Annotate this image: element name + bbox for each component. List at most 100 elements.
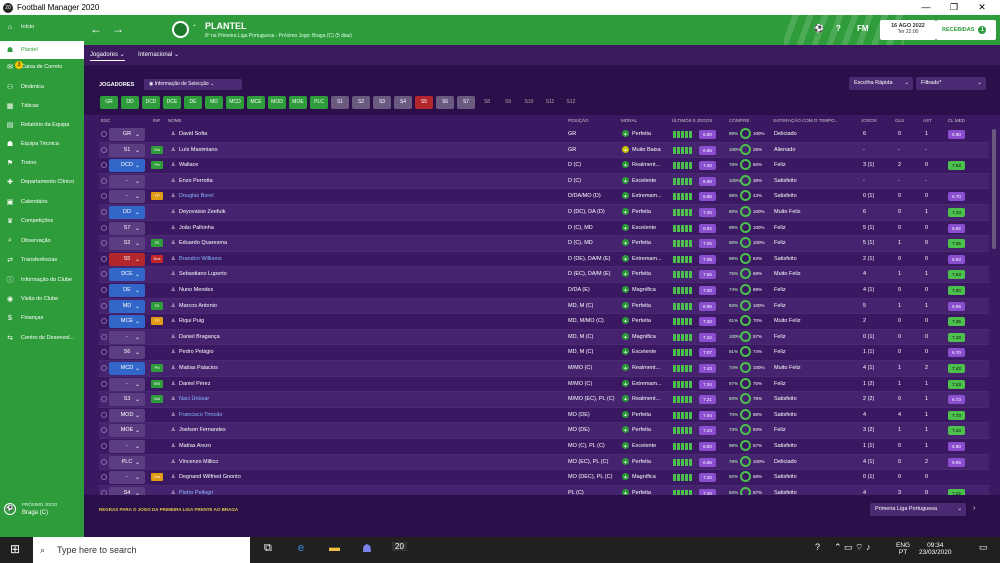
sidebar-item-3[interactable]: ⚇ Dinâmica (0, 78, 84, 96)
filter-s9[interactable]: S9 (499, 96, 517, 109)
table-row[interactable]: MCE ⌄ TP ♙ Riqui Puig MD, M/MO (C) ▲ Perfeita 7.… (99, 314, 989, 330)
chevron-down-icon[interactable]: ⌄ (135, 225, 140, 232)
select-checkbox[interactable] (101, 333, 107, 340)
table-row[interactable]: - ⌄ Les ♙ Degnand Wilfried Gnonto MO (DEC), P… (99, 470, 989, 486)
sidebar-item-10[interactable]: ♛ Competições (0, 212, 84, 230)
select-checkbox[interactable] (101, 458, 107, 465)
table-row[interactable]: MCD ⌄ Pd ♙ Matías Palacios M/MO (C) ▲ Realment.… (99, 361, 989, 377)
file-explorer-icon[interactable]: ▬ (329, 542, 340, 554)
player-name[interactable]: Naci Ünüvar (179, 396, 209, 402)
select-checkbox[interactable] (101, 365, 107, 371)
filter-s1[interactable]: S1 (331, 96, 349, 109)
col-gls[interactable]: GLS (895, 118, 904, 123)
edge-icon[interactable]: e (298, 542, 304, 554)
table-row[interactable]: MD ⌄ Rl ♙ Marcos Antonio MD, M (C) ▲ Perfeita 6.… (99, 298, 989, 315)
filter-s5[interactable]: S5 (415, 96, 433, 109)
next-match-widget[interactable]: ⚽ PRÓXIMO JOGO Braga (C) (4, 500, 82, 532)
table-row[interactable]: MOD ⌄ ♙ Francisco Trincão MO (DE) ▲ Perfeita 7.… (99, 408, 989, 424)
table-row[interactable]: S3 ⌄ Dsi ♙ Naci Ünüvar M/MO (EC), PL (C) ▲ Real… (99, 392, 989, 408)
col-posicao[interactable]: POSIÇÃO (568, 118, 589, 123)
table-row[interactable]: - ⌄ ♙ Enzo Perrotta D (C) ▲ Excelente 6.86 100% 3… (99, 173, 989, 190)
filter-dcd[interactable]: DCD (142, 96, 160, 109)
club-crest-icon[interactable] (172, 21, 189, 38)
table-row[interactable]: GR ⌄ ♙ David Sofia GR ▲ Perfeita 6.90 99% 100% Del… (99, 127, 989, 143)
chevron-down-icon[interactable]: ⌄ (135, 209, 140, 216)
filter-s3[interactable]: S3 (373, 96, 391, 109)
fm-menu-button[interactable]: FM (857, 24, 869, 33)
player-name[interactable]: Riqui Puig (179, 318, 204, 324)
filter-s6[interactable]: S6 (436, 96, 454, 109)
player-name[interactable]: Daniel Bragança (179, 334, 220, 340)
chevron-down-icon[interactable]: ⌄ (135, 240, 140, 247)
player-name[interactable]: Pedro Pelágio (179, 349, 214, 355)
chevron-down-icon[interactable]: ⌄ (135, 459, 140, 466)
chevron-down-icon[interactable]: ⌄ (135, 334, 140, 341)
col-clmed[interactable]: CL MED (948, 118, 965, 123)
filter-de[interactable]: DE (184, 96, 202, 109)
col-nome[interactable]: NOME (168, 118, 182, 123)
player-name[interactable]: Degnand Wilfried Gnonto (179, 474, 241, 480)
table-row[interactable]: MOE ⌄ ♙ Joelson Fernandes MO (DE) ▲ Perfeita 7.… (99, 423, 989, 439)
filter-s7[interactable]: S7 (457, 96, 475, 109)
select-checkbox[interactable] (101, 287, 107, 293)
player-name[interactable]: Brandon Williams (179, 256, 222, 262)
select-checkbox[interactable] (101, 209, 107, 215)
help-icon[interactable]: ? (836, 24, 841, 33)
select-checkbox[interactable] (101, 411, 107, 418)
col-jogos[interactable]: JOGOS (861, 118, 877, 123)
player-name[interactable]: Vincenzo Millico (179, 459, 218, 465)
sidebar-item-4[interactable]: ▦ Táticas (0, 97, 84, 115)
select-checkbox[interactable] (101, 427, 107, 434)
filter-s10[interactable]: S10 (520, 96, 538, 109)
chevron-down-icon[interactable]: ⌄ (135, 271, 140, 278)
player-name[interactable]: Nuno Mendes (179, 287, 213, 293)
filter-mod[interactable]: MOD (268, 96, 286, 109)
select-checkbox[interactable] (101, 131, 107, 137)
maximize-button[interactable]: ❐ (940, 0, 968, 15)
match-rules-link[interactable]: REGRAS PARA O JOGO DA PRIMEIRA LIGA FREN… (99, 507, 238, 512)
selection-info-dropdown[interactable]: ◉ Informação de Selecção ⌄ (144, 79, 242, 90)
inbox-button[interactable]: RECEBIDAS 1 (936, 20, 996, 40)
table-row[interactable]: DCD ⌄ Pd ♙ Wallace D (C) ▲ Realment... 7.40 78% 60… (99, 158, 989, 174)
select-checkbox[interactable] (101, 271, 107, 278)
player-name[interactable]: João Palhinha (179, 225, 214, 231)
task-view-icon[interactable]: ⧉ (264, 542, 272, 555)
table-row[interactable]: S2 ⌄ Rl ♙ Eduardo Quaresma D (C), MD ▲ Perfeita… (99, 236, 989, 252)
tab-jogadores[interactable]: Jogadores ⌄ (90, 51, 125, 61)
col-cond[interactable]: CON/PRE (729, 118, 750, 123)
sidebar-item-8[interactable]: ✚ Departamento Clínico (0, 173, 84, 191)
col-esc[interactable]: ESC (101, 118, 110, 123)
select-checkbox[interactable] (101, 318, 107, 325)
filter-s8[interactable]: S8 (478, 96, 496, 109)
chevron-down-icon[interactable]: ⌄ (135, 162, 140, 169)
chevron-down-icon[interactable]: ⌄ (135, 412, 140, 419)
fm-taskbar-icon[interactable]: 20 (392, 542, 407, 551)
teams-icon[interactable]: ☗ (362, 542, 372, 555)
forward-arrow-icon[interactable]: → (112, 22, 124, 36)
club-switch-icon[interactable]: ⌃ (192, 24, 197, 31)
select-checkbox[interactable] (101, 302, 107, 309)
player-name[interactable]: Douglas Borel (179, 193, 214, 199)
filter-mce[interactable]: MCE (247, 96, 265, 109)
minimize-button[interactable]: — (912, 0, 940, 15)
filter-mcd[interactable]: MCD (226, 96, 244, 109)
chevron-down-icon[interactable]: ⌄ (135, 147, 140, 154)
filter-gr[interactable]: GR (100, 96, 118, 109)
sidebar-item-16[interactable]: ⇆ Centro de Desenvol... (0, 329, 84, 347)
sidebar-item-6[interactable]: ☗ Equipa Técnica (0, 135, 84, 153)
table-row[interactable]: - ⌄ SIS ♙ Daniel Pérez M/MO (C) ▲ Extremam... 7.… (99, 377, 989, 393)
sidebar-item-11[interactable]: ⌕ Observação (0, 232, 84, 250)
filter-s4[interactable]: S4 (394, 96, 412, 109)
select-checkbox[interactable] (101, 255, 107, 262)
col-ast[interactable]: AST (923, 118, 932, 123)
chevron-down-icon[interactable]: ⌄ (135, 381, 140, 388)
table-row[interactable]: S5 ⌄ Sus ♙ Brandon Williams D (DE), DA/M (E) ▲… (99, 252, 989, 268)
sidebar-item-7[interactable]: ⚑ Treino (0, 154, 84, 172)
filter-dd[interactable]: DD (121, 96, 139, 109)
sidebar-item-1[interactable]: ☗ Plantel (0, 41, 84, 59)
next-page-icon[interactable]: › (973, 505, 975, 512)
language-indicator[interactable]: ENG PT (896, 542, 910, 556)
player-name[interactable]: Matías Palacios (179, 365, 218, 371)
chevron-down-icon[interactable]: ⌄ (135, 427, 140, 434)
filter-md[interactable]: MD (205, 96, 223, 109)
